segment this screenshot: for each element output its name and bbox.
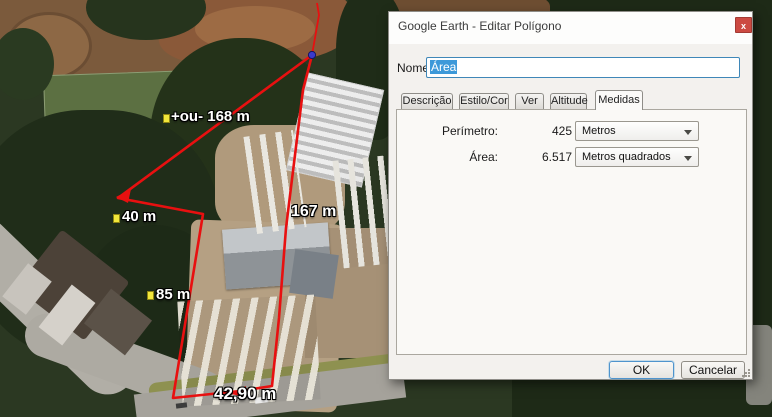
dialog-title: Google Earth - Editar Polígono [398, 19, 561, 33]
perimeter-value: 425 [500, 124, 572, 138]
perimeter-unit-value: Metros [582, 125, 616, 137]
perimeter-unit-select[interactable]: Metros [575, 121, 699, 141]
perimeter-label: Perímetro: [410, 124, 498, 138]
measurement-marker-icon [163, 114, 170, 123]
resize-grip[interactable] [741, 368, 750, 377]
chevron-down-icon [684, 156, 692, 161]
edit-polygon-dialog: Google Earth - Editar Polígono x Nome: Á… [388, 11, 753, 380]
measurement-label-40m: 40 m [122, 208, 156, 225]
cancel-button[interactable]: Cancelar [681, 361, 745, 379]
dialog-titlebar[interactable]: Google Earth - Editar Polígono x [389, 12, 752, 44]
measurement-marker-icon [113, 214, 120, 223]
tab-descricao[interactable]: Descrição [401, 93, 453, 109]
area-value: 6.517 [500, 150, 572, 164]
tab-medidas[interactable]: Medidas [595, 90, 643, 110]
tab-estilo-cor[interactable]: Estilo/Cor [459, 93, 509, 109]
terrain-truck-row [332, 156, 395, 269]
name-value-selected: Área [430, 60, 457, 74]
measurement-label-85m: 85 m [156, 286, 190, 303]
screen: +ou- 168 m 40 m 167 m 85 m 42,90 m Googl… [0, 0, 772, 417]
medidas-panel: Perímetro: 425 Metros Área: 6.517 Metros… [396, 109, 747, 355]
measurement-label-167m: 167 m [291, 203, 336, 221]
close-button[interactable]: x [735, 17, 752, 33]
terrain-shed-gray [289, 249, 339, 299]
measurement-label-42-90m: 42,90 m [214, 384, 276, 404]
measurement-marker-icon [147, 291, 154, 300]
area-label: Área: [410, 150, 498, 164]
name-input[interactable]: Área [426, 57, 740, 78]
tab-altitude[interactable]: Altitude [550, 93, 587, 109]
chevron-down-icon [684, 130, 692, 135]
measurement-label-168m: +ou- 168 m [171, 108, 250, 125]
tab-ver[interactable]: Ver [515, 93, 544, 109]
ok-button[interactable]: OK [609, 361, 674, 379]
area-unit-select[interactable]: Metros quadrados [575, 147, 699, 167]
area-unit-value: Metros quadrados [582, 151, 671, 163]
